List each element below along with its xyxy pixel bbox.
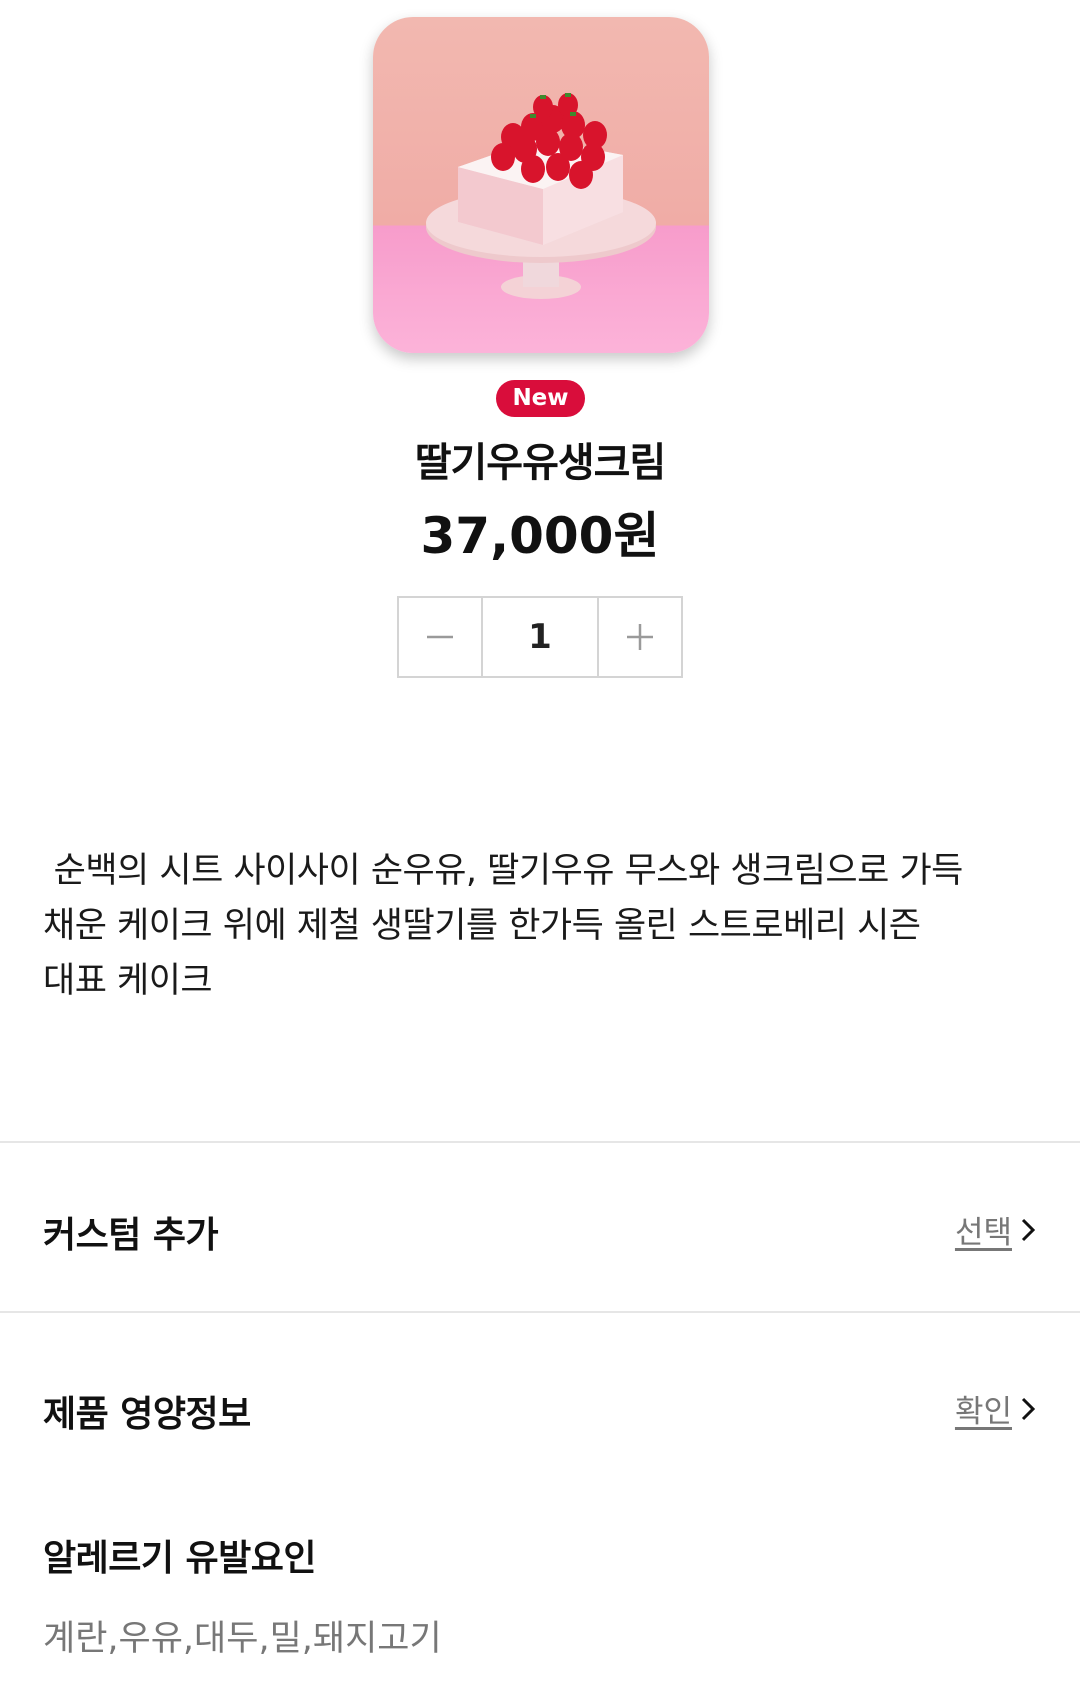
strawberry-cake-image xyxy=(426,93,656,299)
minus-icon xyxy=(427,635,453,639)
quantity-value[interactable]: 1 xyxy=(481,598,599,676)
product-price: 37,000원 xyxy=(420,507,660,565)
nutrition-info-title: 제품 영양정보 xyxy=(43,1394,251,1435)
product-description: 순백의 시트 사이사이 순우유, 딸기우유 무스와 생크림으로 가득 채운 케이… xyxy=(43,851,963,1001)
custom-select-button[interactable]: 선택 xyxy=(955,1207,1038,1252)
product-name: 딸기우유생크림 xyxy=(414,440,667,486)
divider xyxy=(0,1141,1080,1143)
custom-select-label: 선택 xyxy=(954,1215,1012,1251)
chevron-right-icon xyxy=(1021,1397,1036,1420)
plus-icon xyxy=(627,624,653,650)
chevron-right-icon xyxy=(1021,1218,1036,1241)
quantity-stepper: 1 xyxy=(397,596,683,678)
allergen-list: 계란,우유,대두,밀,돼지고기 xyxy=(43,1619,442,1659)
allergy-title: 알레르기 유발요인 xyxy=(43,1538,317,1579)
increase-quantity-button[interactable] xyxy=(599,598,681,676)
product-image xyxy=(373,17,709,353)
decrease-quantity-button[interactable] xyxy=(399,598,481,676)
new-badge: New xyxy=(496,380,585,417)
nutrition-check-label: 확인 xyxy=(954,1394,1012,1430)
custom-add-title: 커스텀 추가 xyxy=(43,1215,219,1256)
nutrition-check-button[interactable]: 확인 xyxy=(955,1386,1038,1431)
divider xyxy=(0,1311,1080,1313)
